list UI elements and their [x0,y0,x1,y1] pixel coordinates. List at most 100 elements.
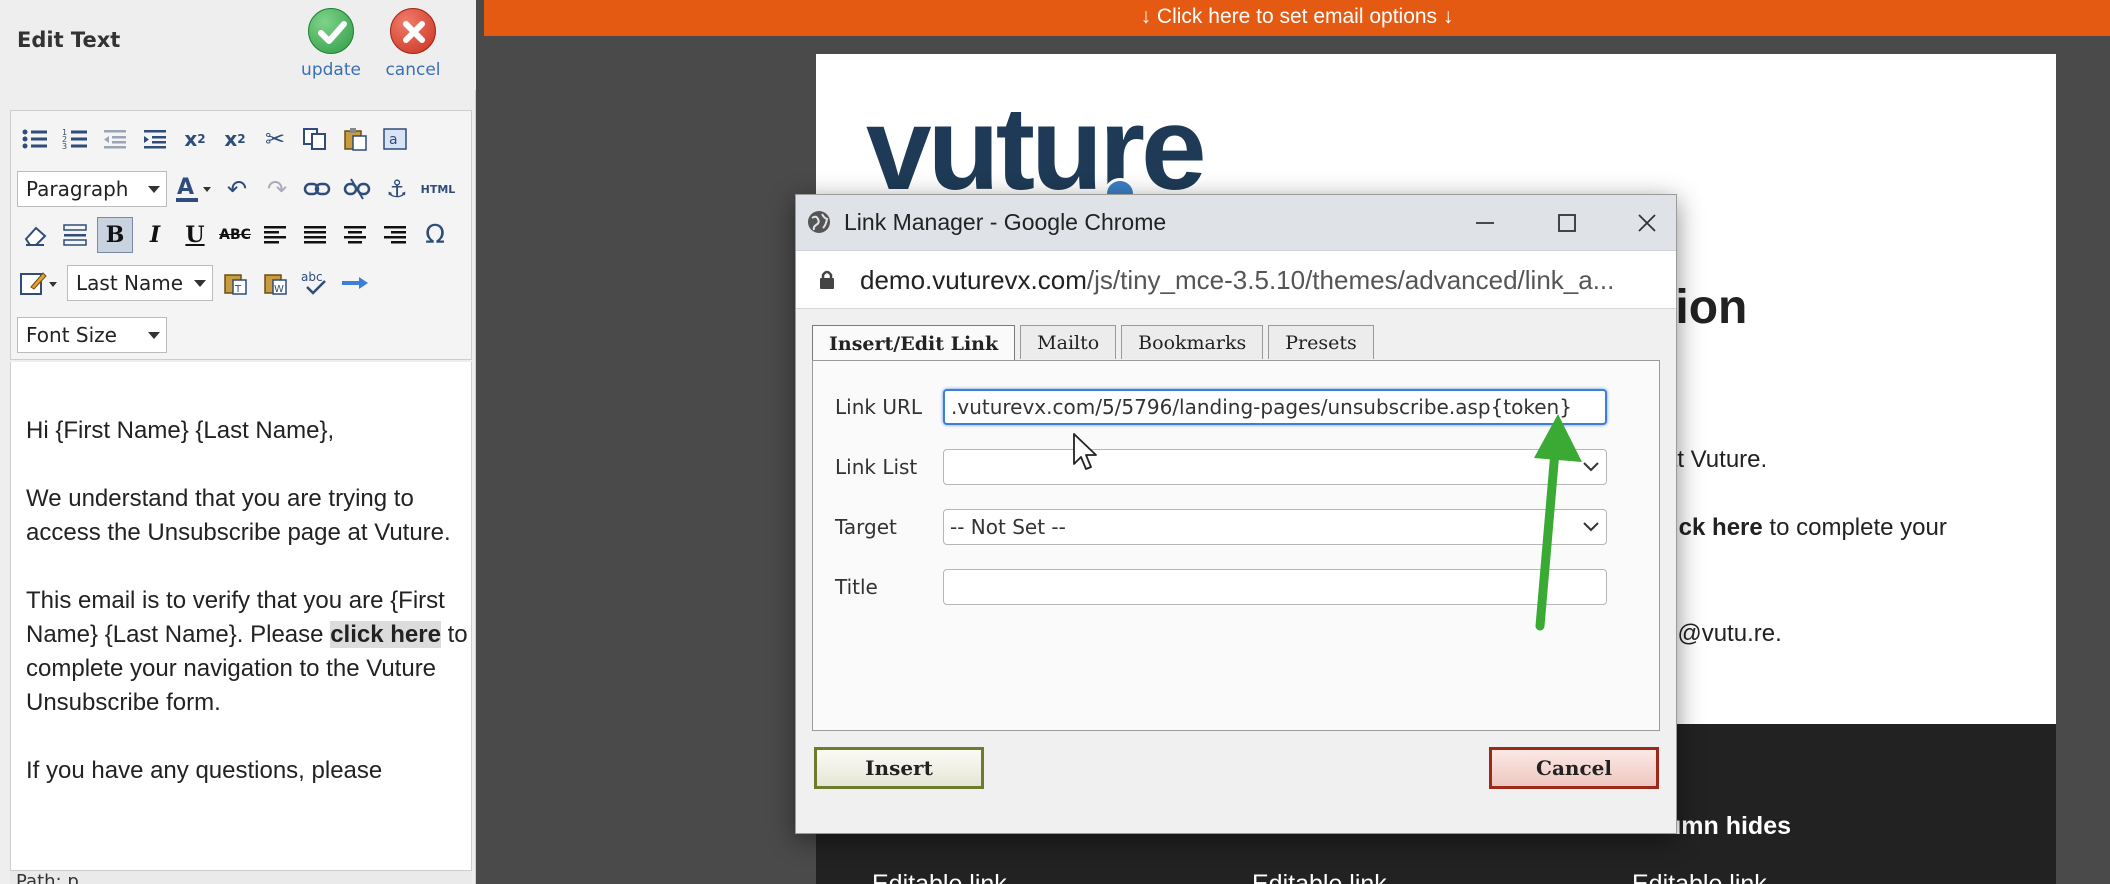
anchor-icon[interactable]: ⚓ [379,171,415,207]
svg-text:W: W [274,284,284,295]
paste-text-icon[interactable]: a [377,121,413,157]
format-select-value: Paragraph [26,177,129,201]
svg-text:A: A [177,175,194,200]
editor-toolbar: 123 x2 x2 ✂ a Paragraph A ↶ ↷ ⚓ HTML B I… [10,110,472,360]
align-left-icon[interactable] [257,217,293,253]
link-list-row: Link List [835,449,1607,485]
align-center-icon[interactable] [337,217,373,253]
insert-field-icon[interactable] [337,265,373,301]
paste-from-word-icon[interactable]: W [257,265,293,301]
format-select[interactable]: Paragraph [17,171,167,207]
numbered-list-icon[interactable]: 123 [57,121,93,157]
click-here-link[interactable]: click here [330,621,441,648]
editable-link-3[interactable]: Editable link [1632,870,1767,884]
merge-field-select-value: Last Name [76,271,184,295]
cancel-edit-button[interactable]: cancel [378,8,448,80]
close-icon [1638,214,1656,232]
cut-icon[interactable]: ✂ [257,121,293,157]
title-label: Title [835,575,878,599]
paragraph-1: We understand that you are trying to acc… [26,485,451,546]
email-line-2: click here to complete your [1652,514,1947,542]
link-list-select[interactable] [943,449,1607,485]
toolbar-row-4: Last Name T W abc [17,263,373,303]
maximize-icon [1558,214,1576,232]
copy-icon[interactable] [297,121,333,157]
tab-bookmarks[interactable]: Bookmarks [1121,325,1264,359]
target-select[interactable]: -- Not Set -- [943,509,1607,545]
link-icon[interactable] [299,171,335,207]
text-color-icon[interactable]: A [171,171,215,207]
editable-link-1[interactable]: Editable link [872,870,1007,884]
insert-button[interactable]: Insert [814,747,984,789]
strikethrough-icon[interactable]: ABC [217,217,253,253]
svg-text:T: T [234,284,242,295]
annotation-arrow-icon [1534,414,1582,631]
toolbar-row-1: 123 x2 x2 ✂ a [17,119,413,159]
special-character-icon[interactable]: Ω [417,217,453,253]
greeting-text: Hi {First Name} {Last Name}, [26,417,335,444]
lock-icon [820,270,834,289]
subscript-icon[interactable]: x2 [177,121,213,157]
email-line-2-tail: to complete your [1769,514,1947,541]
outdent-icon[interactable] [97,121,133,157]
email-line-3: g@vutu.re. [1664,620,1782,647]
tab-insert-edit-link[interactable]: Insert/Edit Link [812,325,1016,361]
toolbar-row-5: Font Size [17,315,167,355]
editor-text: Hi {First Name} {Last Name}, We understa… [26,414,471,822]
font-size-select[interactable]: Font Size [17,317,167,353]
dialog-titlebar[interactable]: Link Manager - Google Chrome [796,195,1676,251]
tab-mailto[interactable]: Mailto [1020,325,1117,359]
editor-content-area[interactable]: Hi {First Name} {Last Name}, We understa… [10,362,472,872]
email-options-banner[interactable]: ↓ Click here to set email options ↓ [484,0,2110,36]
minimize-button[interactable] [1460,201,1510,245]
url-path: /js/tiny_mce-3.5.10/themes/advanced/link… [1086,265,1615,295]
paragraph-2: This email is to verify that you are {Fi… [26,584,471,720]
unlink-icon[interactable] [339,171,375,207]
eraser-icon[interactable] [17,217,53,253]
link-url-input[interactable]: .vuturevx.com/5/5796/landing-pages/unsub… [943,389,1607,425]
edit-style-icon[interactable] [17,265,63,301]
bold-icon[interactable]: B [97,217,133,253]
tab-presets[interactable]: Presets [1268,325,1374,359]
title-input[interactable] [943,569,1607,605]
italic-icon[interactable]: I [137,217,173,253]
justify-icon[interactable] [297,217,333,253]
font-size-select-value: Font Size [26,323,117,347]
underline-icon[interactable]: U [177,217,213,253]
link-list-label: Link List [835,455,918,479]
target-value: -- Not Set -- [950,515,1066,539]
editor-path-status: Path: p [10,870,472,884]
update-button[interactable]: update [296,8,366,80]
maximize-button[interactable] [1542,201,1592,245]
panel-header: Edit Text update cancel [0,0,476,90]
url-domain: demo.vuturevx.com [860,265,1087,295]
screen: Edit Text update cancel 1 2 3 x 2 x 2 ✂ … [0,0,2110,884]
edit-text-panel: Edit Text update cancel 1 2 3 x 2 x 2 ✂ … [0,0,476,884]
indent-icon[interactable] [137,121,173,157]
svg-text:abc: abc [301,270,323,284]
cancel-button[interactable]: Cancel [1489,747,1659,789]
html-source-icon[interactable]: HTML [419,171,457,207]
close-window-button[interactable] [1622,201,1672,245]
spellcheck-icon[interactable]: abc [297,265,333,301]
svg-text:a: a [389,132,398,148]
toolbar-row-3: B I U ABC Ω [17,215,453,255]
toolbar-row-2: Paragraph A ↶ ↷ ⚓ HTML [17,169,457,209]
paste-icon[interactable] [337,121,373,157]
footer-heading: umn hides [1666,812,1792,840]
vuture-logo: vuture [866,83,1207,215]
link-url-label: Link URL [835,395,922,419]
redo-icon[interactable]: ↷ [259,171,295,207]
undo-icon[interactable]: ↶ [219,171,255,207]
merge-field-select[interactable]: Last Name [67,265,213,301]
superscript-icon[interactable]: x2 [217,121,253,157]
bullet-list-icon[interactable] [17,121,53,157]
dialog-tabs: Insert/Edit Link Mailto Bookmarks Preset… [812,325,1379,361]
horizontal-rule-icon[interactable] [57,217,93,253]
editable-link-2[interactable]: Editable link [1252,870,1387,884]
paste-from-text-icon[interactable]: T [217,265,253,301]
panel-title: Edit Text [17,28,121,52]
align-right-icon[interactable] [377,217,413,253]
cancel-label: cancel [385,60,441,80]
mouse-cursor-icon [1073,433,1097,470]
